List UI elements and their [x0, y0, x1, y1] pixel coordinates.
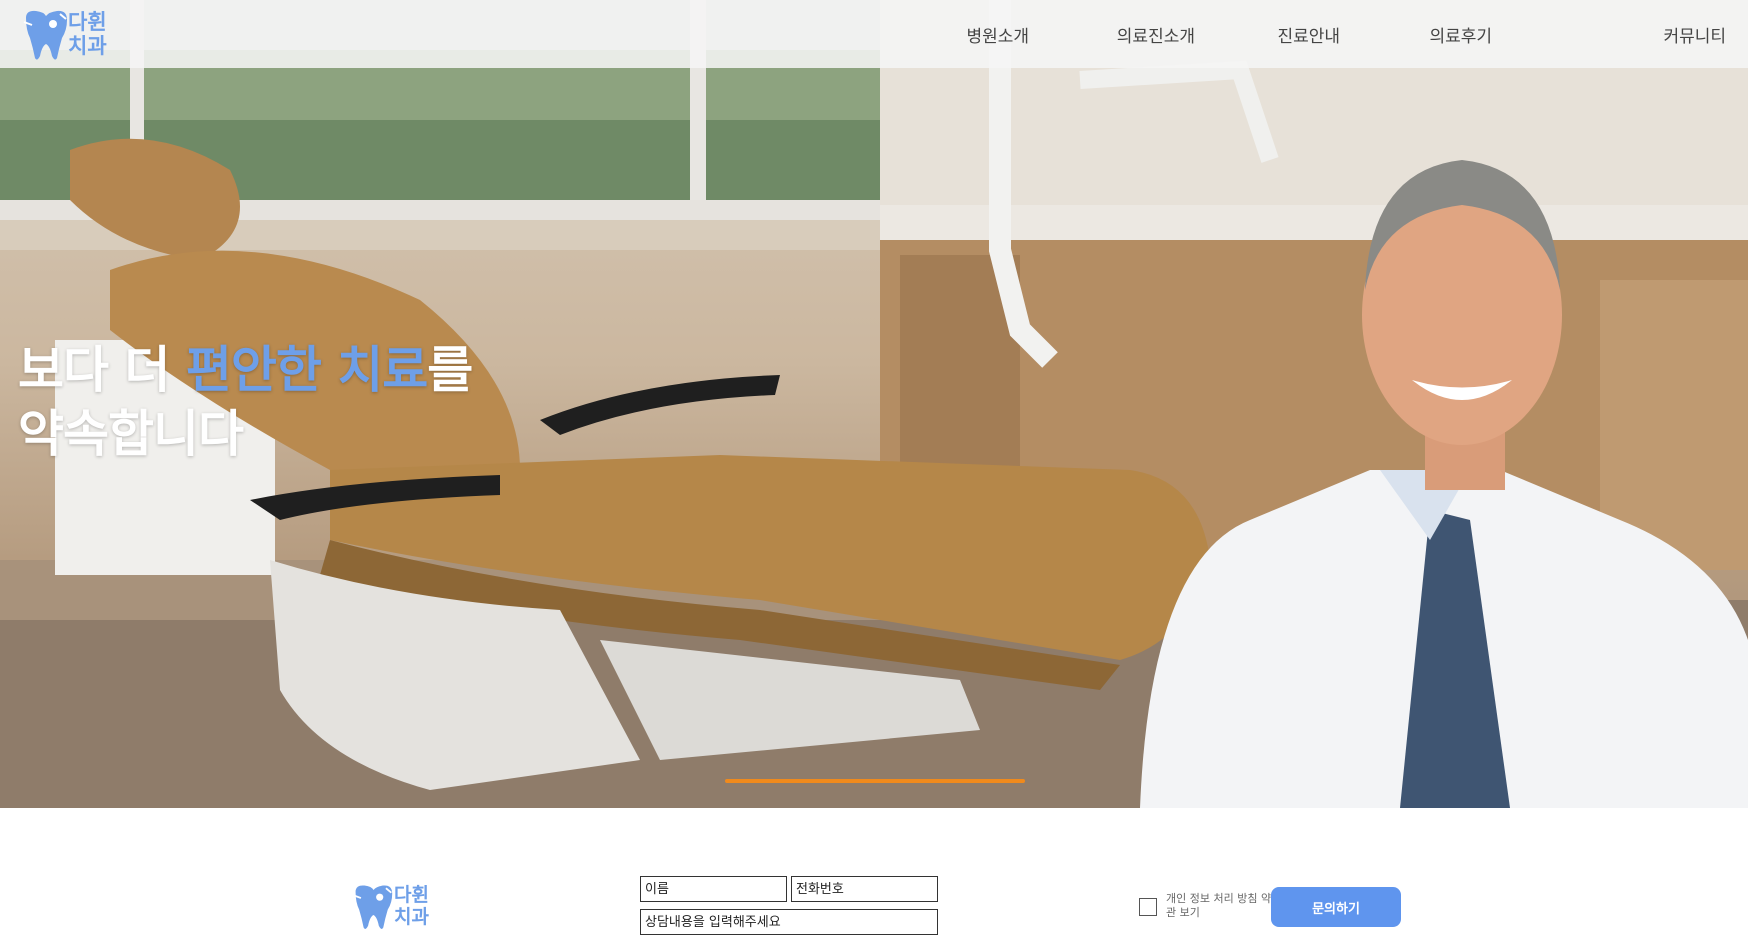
privacy-consent-checkbox[interactable]: [1139, 898, 1157, 916]
footer-brand-name-line2: 치과: [394, 906, 429, 928]
nav-item-hospital-intro[interactable]: 병원소개: [966, 22, 1029, 47]
slide-progress-bar[interactable]: [725, 779, 1025, 783]
footer-brand-logo[interactable]: 다휜 치과: [352, 882, 436, 932]
footer-brand-name-line1: 다휜: [394, 884, 429, 906]
name-input[interactable]: [640, 876, 787, 902]
hero-headline: 보다 더 편안한 치료를 약속합니다: [18, 338, 473, 466]
nav-item-reviews[interactable]: 의료후기: [1429, 22, 1492, 47]
brand-name-line1: 다휜: [68, 10, 107, 34]
hero-headline-part1: 보다 더: [18, 341, 186, 399]
nav-item-community[interactable]: 커뮤니티: [1663, 22, 1726, 47]
privacy-consent-label[interactable]: 개인 정보 처리 방침 약관 보기: [1166, 892, 1276, 920]
submit-inquiry-button[interactable]: 문의하기: [1271, 887, 1401, 927]
site-header: 다휜 치과 병원소개 의료진소개 진료안내 의료후기 커뮤니티: [0, 0, 1748, 68]
brand-name-line2: 치과: [68, 34, 107, 58]
hero-banner: 다휜 치과 병원소개 의료진소개 진료안내 의료후기 커뮤니티 보다 더 편안한…: [0, 0, 1748, 808]
message-input[interactable]: [640, 909, 938, 935]
nav-item-treatment-guide[interactable]: 진료안내: [1277, 22, 1340, 47]
phone-input[interactable]: [791, 876, 938, 902]
hero-headline-part2: 를: [427, 341, 473, 399]
hero-headline-accent: 편안한 치료: [185, 341, 428, 399]
hero-headline-line2: 약속합니다: [18, 405, 244, 463]
brand-logo[interactable]: 다휜 치과: [22, 8, 116, 62]
nav-item-doctors[interactable]: 의료진소개: [1117, 22, 1195, 47]
